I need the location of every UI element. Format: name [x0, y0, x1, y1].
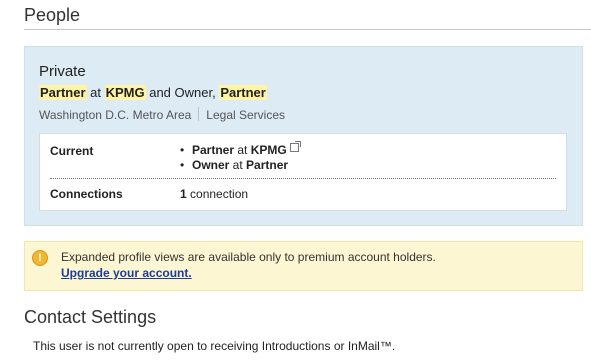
- external-link-icon[interactable]: [289, 141, 301, 152]
- current-label: Current: [50, 144, 94, 158]
- contact-settings-title: Contact Settings: [24, 307, 157, 327]
- dotted-divider: [50, 178, 556, 179]
- upgrade-account-link[interactable]: Upgrade your account.: [61, 266, 192, 280]
- profile-industry: Legal Services: [206, 108, 286, 122]
- bullet: •: [180, 158, 185, 172]
- contact-settings-message: This user is not currently open to recei…: [33, 339, 396, 353]
- position-at: at: [234, 143, 251, 157]
- profile-location: Washington D.C. Metro Area: [39, 108, 192, 122]
- bullet: •: [180, 143, 185, 157]
- premium-notice: ! Expanded profile views are available o…: [24, 241, 583, 291]
- position-company: KPMG: [250, 143, 287, 157]
- profile-name: Private: [39, 63, 86, 80]
- connections-unit: connection: [186, 187, 249, 201]
- position-company: Partner: [246, 158, 289, 172]
- connections-label: Connections: [50, 187, 123, 201]
- position-title: Partner: [192, 143, 235, 157]
- position-title: Owner: [192, 158, 230, 172]
- profile-card: Private Partner at KPMG and Owner, Partn…: [24, 46, 583, 226]
- position-item: • Partner at KPMG: [180, 141, 301, 158]
- people-section-title: People: [24, 5, 81, 25]
- headline-company-highlight: KPMG: [104, 85, 146, 100]
- profile-details-box: Current • Partner at KPMG • Owner at Partn…: [39, 133, 567, 211]
- connections-count: 1: [180, 187, 187, 201]
- headline-at: at: [86, 85, 105, 100]
- headline-title2-highlight: Partner: [219, 85, 267, 100]
- notice-message: Expanded profile views are available onl…: [61, 250, 436, 264]
- location-line: Washington D.C. Metro Area Legal Services: [39, 107, 285, 122]
- headline-title-highlight: Partner: [39, 85, 87, 100]
- connections-value: 1 connection: [180, 187, 248, 201]
- profile-headline: Partner at KPMG and Owner, Partner: [39, 85, 267, 100]
- current-positions-list: • Partner at KPMG • Owner at Partner: [180, 141, 301, 173]
- title-divider: [24, 29, 591, 30]
- position-item: • Owner at Partner: [180, 158, 299, 173]
- position-at: at: [229, 158, 247, 172]
- location-separator: [198, 107, 200, 121]
- headline-and: and Owner,: [145, 85, 220, 100]
- warning-icon: !: [32, 250, 48, 266]
